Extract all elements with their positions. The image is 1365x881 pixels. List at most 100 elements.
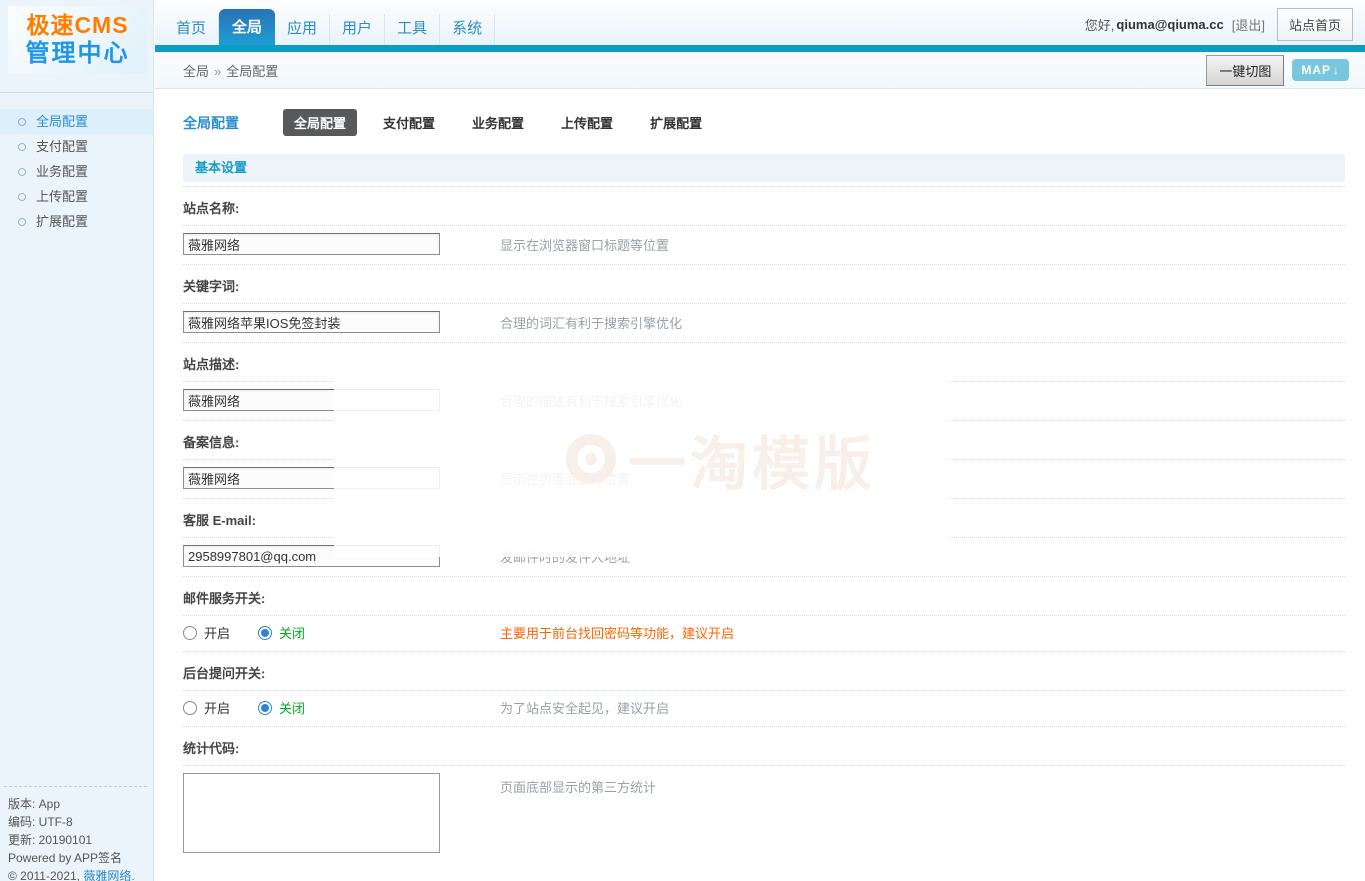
field-hint: 合理的词汇有利于搜索引擎优化: [500, 313, 682, 332]
sidebar-item-global-config[interactable]: 全局配置: [0, 109, 153, 134]
powered-info: Powered by APP签名: [8, 849, 147, 867]
breadcrumb-bar: 全局 » 全局配置 一键切图 MAP↓: [155, 52, 1365, 89]
nav-item-home[interactable]: 首页: [163, 14, 219, 45]
sidebar-item-label: 全局配置: [36, 109, 88, 134]
page-title-link[interactable]: 全局配置: [183, 113, 239, 133]
nav-item-global[interactable]: 全局: [219, 9, 275, 45]
radio-option-on[interactable]: 开启: [183, 698, 230, 717]
field-row-mail-service-switch: 开启 关闭 主要用于前台找回密码等功能，建议开启: [183, 616, 1345, 652]
greeting-text: 您好,: [1085, 15, 1115, 34]
section-spacer: [183, 874, 1345, 881]
bullet-icon: [18, 193, 26, 201]
logo-line-2: 管理中心: [8, 39, 147, 68]
field-label-icp-record: 备案信息:: [183, 421, 1345, 460]
copyright-link[interactable]: 薇雅网络.: [83, 869, 134, 881]
admin-question-radio-group: 开启 关闭: [183, 698, 500, 717]
sidebar-item-label: 扩展配置: [36, 209, 88, 234]
tab-global-config[interactable]: 全局配置: [283, 109, 357, 136]
site-description-input[interactable]: [183, 389, 440, 411]
sidebar-item-payment-config[interactable]: 支付配置: [0, 134, 153, 159]
sidebar-footer: 版本: App 编码: UTF-8 更新: 20190101 Powered b…: [4, 786, 147, 881]
sidebar-item-business-config[interactable]: 业务配置: [0, 159, 153, 184]
radio-option-on[interactable]: 开启: [183, 623, 230, 642]
sidebar-item-label: 业务配置: [36, 159, 88, 184]
update-info: 更新: 20190101: [8, 831, 147, 849]
tab-payment-config[interactable]: 支付配置: [372, 109, 446, 136]
main-column: 首页 全局 应用 用户 工具 系统 您好, qiuma@qiuma.cc [退出…: [155, 0, 1365, 881]
main-nav: 首页 全局 应用 用户 工具 系统: [163, 9, 495, 45]
field-hint: 合理的描述有利于搜索引擎优化: [500, 391, 682, 410]
icp-record-input[interactable]: [183, 467, 440, 489]
tab-upload-config[interactable]: 上传配置: [550, 109, 624, 136]
radio-option-off[interactable]: 关闭: [258, 623, 305, 642]
nav-item-users[interactable]: 用户: [330, 14, 385, 45]
radio-unselected-icon[interactable]: [183, 701, 197, 715]
teal-accent-bar: [155, 45, 1365, 52]
bullet-icon: [18, 218, 26, 226]
field-hint: 主要用于前台找回密码等功能，建议开启: [500, 623, 734, 642]
field-row-service-email: 发邮件时的发件人地址: [183, 538, 1345, 577]
sidebar: 极速CMS 管理中心 全局配置 支付配置 业务配置 上传配置: [0, 0, 154, 881]
radio-selected-icon[interactable]: [258, 626, 272, 640]
field-label-site-name: 站点名称:: [183, 187, 1345, 226]
user-info: 您好, qiuma@qiuma.cc [退出] 站点首页: [1085, 8, 1353, 41]
field-row-icp-record: 显示在页面底部等位置: [183, 460, 1345, 499]
field-label-admin-question-switch: 后台提问开关:: [183, 652, 1345, 691]
logo-line-1: 极速CMS: [8, 11, 147, 39]
field-label-site-description: 站点描述:: [183, 343, 1345, 382]
radio-option-off[interactable]: 关闭: [258, 698, 305, 717]
field-label-statistics-code: 统计代码:: [183, 727, 1345, 766]
logout-link[interactable]: [退出]: [1232, 15, 1265, 34]
nav-item-tools[interactable]: 工具: [385, 14, 440, 45]
nav-item-system[interactable]: 系统: [440, 14, 495, 45]
encoding-info: 编码: UTF-8: [8, 813, 147, 831]
top-header: 首页 全局 应用 用户 工具 系统 您好, qiuma@qiuma.cc [退出…: [155, 0, 1365, 45]
statistics-code-textarea[interactable]: [183, 773, 440, 853]
field-row-admin-question-switch: 开启 关闭 为了站点安全起见，建议开启: [183, 691, 1345, 727]
field-label-service-email: 客服 E-mail:: [183, 499, 1345, 538]
sidebar-item-label: 上传配置: [36, 184, 88, 209]
page-tabs: 全局配置 全局配置 支付配置 业务配置 上传配置 扩展配置: [183, 109, 1345, 136]
field-hint: 为了站点安全起见，建议开启: [500, 698, 669, 717]
field-row-site-description: 合理的描述有利于搜索引擎优化: [183, 382, 1345, 421]
nav-item-apps[interactable]: 应用: [275, 14, 330, 45]
arrow-down-icon: ↓: [1333, 63, 1340, 77]
field-hint: 显示在页面底部等位置: [500, 469, 630, 488]
field-row-site-name: 显示在浏览器窗口标题等位置: [183, 226, 1345, 265]
bullet-icon: [18, 118, 26, 126]
service-email-input[interactable]: [183, 545, 440, 567]
field-hint: 发邮件时的发件人地址: [500, 547, 630, 566]
bullet-icon: [18, 143, 26, 151]
tab-business-config[interactable]: 业务配置: [461, 109, 535, 136]
site-home-button[interactable]: 站点首页: [1277, 8, 1353, 41]
site-name-input[interactable]: [183, 233, 440, 255]
map-button[interactable]: MAP↓: [1292, 59, 1349, 81]
field-hint: 显示在浏览器窗口标题等位置: [500, 235, 669, 254]
sidebar-menu: 全局配置 支付配置 业务配置 上传配置 扩展配置: [0, 109, 153, 234]
field-label-mail-service-switch: 邮件服务开关:: [183, 577, 1345, 616]
field-hint: 页面底部显示的第三方统计: [500, 777, 656, 796]
tab-extension-config[interactable]: 扩展配置: [639, 109, 713, 136]
breadcrumb-parent[interactable]: 全局: [183, 64, 209, 79]
breadcrumb-separator: »: [214, 64, 221, 79]
radio-selected-icon[interactable]: [258, 701, 272, 715]
sidebar-divider: [0, 92, 153, 93]
breadcrumb: 全局 » 全局配置: [183, 61, 1206, 80]
sidebar-item-extension-config[interactable]: 扩展配置: [0, 209, 153, 234]
keywords-input[interactable]: [183, 311, 440, 333]
breadcrumb-current: 全局配置: [226, 64, 278, 79]
field-row-statistics-code: 页面底部显示的第三方统计: [183, 766, 1345, 874]
radio-unselected-icon[interactable]: [183, 626, 197, 640]
mail-service-radio-group: 开启 关闭: [183, 623, 500, 642]
field-label-keywords: 关键字词:: [183, 265, 1345, 304]
section-basic-settings: 基本设置: [183, 154, 1345, 182]
app-logo[interactable]: 极速CMS 管理中心: [8, 6, 147, 74]
field-row-keywords: 合理的词汇有利于搜索引擎优化: [183, 304, 1345, 343]
bullet-icon: [18, 168, 26, 176]
version-info: 版本: App: [8, 795, 147, 813]
one-click-snapshot-button[interactable]: 一键切图: [1206, 55, 1284, 86]
content-panel: 全局配置 全局配置 支付配置 业务配置 上传配置 扩展配置 基本设置 站点名称:…: [155, 89, 1365, 881]
user-email: qiuma@qiuma.cc: [1116, 17, 1223, 32]
admin-page: 极速CMS 管理中心 全局配置 支付配置 业务配置 上传配置: [0, 0, 1365, 881]
sidebar-item-upload-config[interactable]: 上传配置: [0, 184, 153, 209]
